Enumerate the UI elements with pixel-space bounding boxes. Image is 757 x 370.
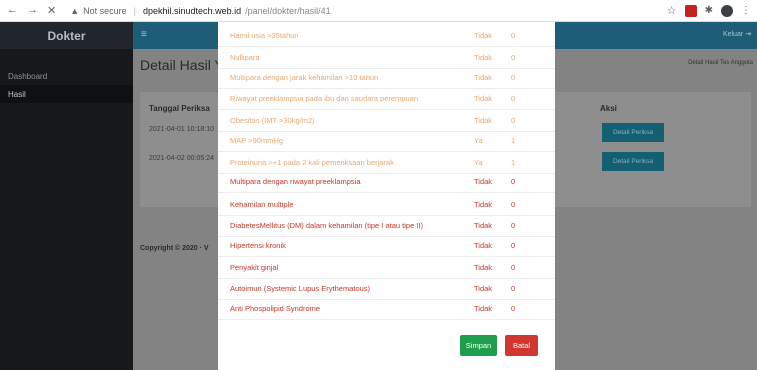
detail-periksa-button[interactable]: Detail Periksa (602, 123, 664, 142)
logout-link[interactable]: Keluar ⇥ (723, 30, 751, 38)
answer-value: Tidak (474, 221, 493, 230)
answer-value: Tidak (474, 284, 493, 293)
score-value: 0 (511, 116, 516, 125)
answer-value: Tidak (474, 304, 493, 313)
criteria-label: Kehamilan multiple (230, 200, 294, 209)
result-row: Obesitas (IMT >30kg/m2) Tidak 0 (218, 110, 555, 132)
score-value: 0 (511, 177, 516, 186)
score-value: 0 (511, 221, 516, 230)
answer-value: Tidak (474, 53, 493, 62)
result-row: Anti Phospolipid Syndrome Tidak 0 (218, 298, 555, 320)
result-row: Multipara dengan jarak kehamilan >10 tah… (218, 67, 555, 89)
score-value: 1 (511, 158, 516, 167)
answer-value: Tidak (474, 116, 493, 125)
answer-value: Tidak (474, 177, 493, 186)
cancel-button[interactable]: Batal (505, 335, 538, 356)
result-row: Nullipara Tidak 0 (218, 47, 555, 69)
criteria-label: Proteinuria >+1 pada 2 kali pemeriksaan … (230, 158, 394, 167)
result-row: DiabetesMellitus (DM) dalam kehamilan (t… (218, 215, 555, 237)
warning-icon: ▲ (70, 5, 80, 16)
url-path: /panel/dokter/hasil/41 (245, 5, 331, 16)
criteria-label: Hipertensi kronik (230, 241, 286, 250)
result-row: Autoimun (Systemic Lupus Erythematous) T… (218, 278, 555, 300)
save-button[interactable]: Simpan (460, 335, 497, 356)
profile-avatar-icon[interactable] (721, 4, 733, 17)
score-value: 0 (511, 284, 516, 293)
logout-label: Keluar (722, 31, 744, 38)
answer-value: Ya (474, 136, 483, 145)
score-value: 1 (511, 136, 516, 145)
criteria-label: Multipara dengan jarak kehamilan >10 tah… (230, 73, 379, 82)
answer-value: Tidak (474, 200, 493, 209)
sidebar-item-hasil[interactable]: Hasil (0, 85, 133, 103)
forward-arrow-icon[interactable]: → (27, 4, 38, 17)
logout-icon: ⇥ (745, 31, 751, 38)
footer-copyright: Copyright © 2020 · V (140, 245, 209, 252)
url-domain: dpekhil.sinudtech.web.id (143, 5, 242, 16)
score-value: 0 (511, 53, 516, 62)
browser-toolbar: ← → ✕ ▲ Not secure | dpekhil.sinudtech.w… (0, 0, 757, 22)
criteria-label: Anti Phospolipid Syndrome (230, 304, 321, 313)
criteria-label: Nullipara (230, 53, 260, 62)
close-icon[interactable]: ✕ (47, 4, 56, 17)
back-arrow-icon[interactable]: ← (7, 4, 18, 17)
criteria-label: Hamil usia >35tahun (230, 31, 299, 40)
column-header-date: Tanggal Periksa (149, 104, 210, 113)
result-row: Hamil usia >35tahun Tidak 0 (218, 25, 555, 47)
not-secure-label: Not secure (83, 5, 127, 16)
score-value: 0 (511, 200, 516, 209)
score-value: 0 (511, 94, 516, 103)
result-row: Multipara dengan riwayat preeklampsia Ti… (218, 171, 555, 193)
result-row: Kehamilan multiple Tidak 0 (218, 194, 555, 216)
page-title: Detail Hasil Ye (140, 57, 231, 73)
star-icon[interactable]: ☆ (667, 4, 677, 17)
answer-value: Ya (474, 158, 483, 167)
sidebar-item-dashboard[interactable]: Dashboard (0, 67, 133, 85)
score-value: 0 (511, 73, 516, 82)
criteria-label: Multipara dengan riwayat preeklampsia (230, 177, 361, 186)
result-row: Hipertensi kronik Tidak 0 (218, 235, 555, 257)
score-value: 0 (511, 304, 516, 313)
criteria-label: Autoimun (Systemic Lupus Erythematous) (230, 284, 371, 293)
address-separator: | (133, 5, 137, 16)
result-row: Riwayat preeklampsia pada ibu dan saudar… (218, 88, 555, 110)
score-value: 0 (511, 263, 516, 272)
criteria-label: Penyakit ginjal (230, 263, 279, 272)
answer-value: Tidak (474, 263, 493, 272)
sidebar-brand[interactable]: Dokter (0, 22, 133, 49)
sidebar: Dokter Dashboard Hasil (0, 22, 133, 370)
more-menu-icon[interactable]: ⋮ (741, 5, 751, 16)
answer-value: Tidak (474, 94, 493, 103)
detail-modal: Hamil usia >35tahun Tidak 0 Nullipara Ti… (218, 22, 555, 370)
table-cell-date: 2021-04-02 00:05:24 (149, 155, 214, 162)
answer-value: Tidak (474, 31, 493, 40)
criteria-label: Obesitas (IMT >30kg/m2) (230, 116, 315, 125)
address-bar[interactable]: ▲ Not secure | dpekhil.sinudtech.web.id /… (70, 6, 330, 16)
column-header-action: Aksi (600, 104, 617, 113)
hamburger-menu-icon[interactable]: ≡ (141, 29, 147, 40)
criteria-label: DiabetesMellitus (DM) dalam kehamilan (t… (230, 221, 423, 230)
result-row: Penyakit ginjal Tidak 0 (218, 257, 555, 279)
breadcrumb: Detail Hasil Tes Anggota (688, 60, 753, 66)
table-cell-date: 2021-04-01 10:18:10 (149, 126, 214, 133)
criteria-label: Riwayat preeklampsia pada ibu dan saudar… (230, 94, 419, 103)
detail-periksa-button[interactable]: Detail Periksa (602, 152, 664, 171)
extension-red-icon[interactable] (684, 4, 697, 17)
score-value: 0 (511, 241, 516, 250)
criteria-label: MAP >90mmHg (230, 136, 284, 145)
puzzle-icon[interactable]: ✱ (705, 5, 713, 16)
answer-value: Tidak (474, 241, 493, 250)
score-value: 0 (511, 31, 516, 40)
answer-value: Tidak (474, 73, 493, 82)
result-row: MAP >90mmHg Ya 1 (218, 130, 555, 152)
